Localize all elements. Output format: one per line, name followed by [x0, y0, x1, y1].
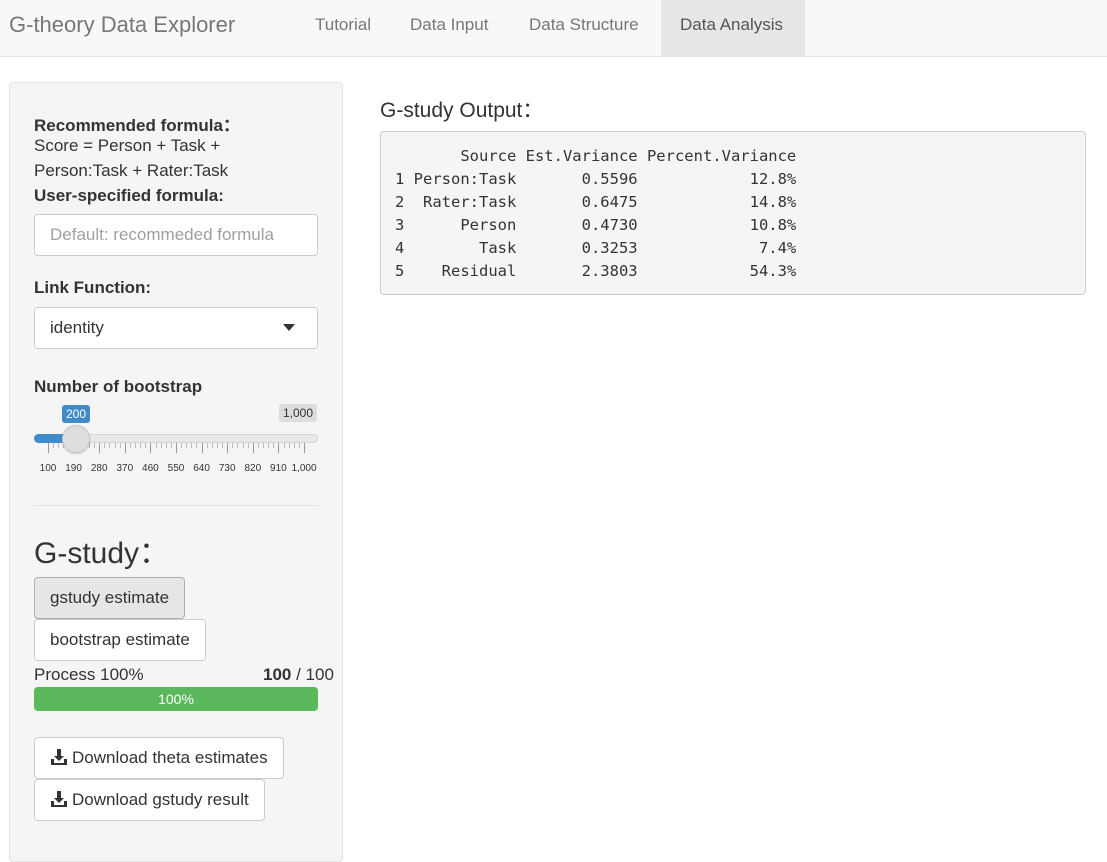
slider-major-tick [99, 443, 101, 453]
slider-minor-tick [140, 443, 142, 448]
bootstrap-estimate-button[interactable]: bootstrap estimate [34, 619, 206, 661]
process-counter: 100 / 100 [263, 665, 334, 685]
gstudy-estimate-button[interactable]: gstudy estimate [34, 577, 186, 619]
recommended-formula-line2: Person:Task + Rater:Task [34, 161, 229, 180]
slider-major-tick [227, 443, 229, 453]
slider-minor-tick [206, 443, 208, 448]
slider-major-tick [304, 443, 305, 453]
slider-tick-label: 190 [65, 463, 82, 474]
slider-tick-label: 820 [244, 463, 262, 474]
progress-fill: 100% [34, 687, 318, 711]
gstudy-output-table: Source Est.Variance Percent.Variance 1 P… [380, 131, 1086, 295]
download-gstudy-button[interactable]: Download gstudy result [34, 779, 265, 821]
slider-minor-tick [196, 443, 198, 448]
link-function-label: Link Function: [34, 278, 152, 297]
output-row: 5 Residual 2.3803 54.3% [395, 262, 797, 280]
slider-minor-tick [94, 443, 96, 448]
recommended-formula-label: Recommended formula： [34, 116, 240, 135]
chevron-down-icon [283, 324, 295, 331]
slider-tick-label: 1,000 [291, 463, 317, 474]
sidebar-panel: Recommended formula： Score = Person + Ta… [9, 82, 343, 862]
slider-minor-tick [237, 443, 239, 448]
download-theta-label: Download theta estimates [72, 748, 268, 767]
slider-major-tick [124, 443, 126, 453]
download-gstudy-label: Download gstudy result [72, 790, 249, 809]
slider-minor-tick [104, 443, 106, 448]
slider-minor-tick [191, 443, 193, 448]
app-title: G-theory Data Explorer [9, 12, 236, 37]
slider-tick-label: 370 [116, 463, 134, 474]
link-function-value: identity [50, 318, 104, 337]
slider-minor-tick [119, 443, 121, 448]
slider-major-tick [176, 443, 177, 453]
slider-minor-tick [242, 443, 244, 448]
slider-major-tick [252, 443, 254, 453]
slider-minor-tick [288, 443, 290, 448]
gstudy-heading: G-study： [34, 537, 170, 570]
slider-minor-tick [273, 443, 275, 448]
slider-minor-tick [257, 443, 259, 448]
tab-tutorial[interactable]: Tutorial [297, 0, 389, 56]
slider-minor-tick [247, 443, 249, 448]
process-label: Process 100% [34, 665, 144, 684]
slider-minor-tick [263, 443, 265, 448]
output-row: 1 Person:Task 0.5596 12.8% [395, 170, 797, 188]
slider-major-tick [48, 443, 49, 453]
link-function-select[interactable]: identity [34, 307, 318, 349]
bootstrap-label: Number of bootstrap [34, 377, 203, 396]
slider-minor-tick [222, 443, 224, 448]
download-icon [51, 749, 67, 765]
output-row: 4 Task 0.3253 7.4% [395, 239, 797, 257]
user-formula-input[interactable] [34, 214, 318, 256]
tab-data-input[interactable]: Data Input [392, 0, 506, 56]
download-icon [51, 791, 67, 807]
slider-tick-label: 550 [167, 463, 185, 474]
process-count: 100 [263, 665, 292, 684]
slider-minor-tick [155, 443, 157, 448]
tab-data-structure[interactable]: Data Structure [511, 0, 657, 56]
slider-tick-label: 640 [193, 463, 210, 474]
slider-minor-tick [211, 443, 213, 448]
slider-max-bubble: 1,000 [279, 404, 318, 422]
output-row: 2 Rater:Task 0.6475 14.8% [395, 193, 797, 211]
slider-value-bubble: 200 [62, 405, 91, 423]
slider-minor-tick [186, 443, 188, 448]
slider-minor-tick [268, 443, 270, 448]
slider-minor-tick [160, 443, 162, 448]
slider-major-tick [150, 443, 152, 453]
slider-minor-tick [181, 443, 183, 448]
slider-major-tick [201, 443, 203, 453]
slider-minor-tick [135, 443, 137, 448]
process-total: / 100 [296, 665, 334, 684]
slider-tick-label: 730 [218, 463, 236, 474]
slider-minor-tick [53, 443, 55, 448]
slider-tick-label: 910 [270, 463, 287, 474]
slider-minor-tick [293, 443, 295, 448]
slider-minor-tick [170, 443, 172, 448]
slider-minor-tick [232, 443, 234, 448]
output-header: Source Est.Variance Percent.Variance [395, 147, 797, 165]
slider-major-tick [278, 443, 280, 453]
slider-tick-label: 280 [90, 463, 108, 474]
slider-minor-tick [145, 443, 147, 448]
slider-minor-tick [109, 443, 111, 448]
divider [34, 505, 318, 506]
slider-tick-label: 100 [39, 463, 57, 474]
navbar: G-theory Data Explorer Tutorial Data Inp… [0, 0, 1107, 57]
recommended-formula-line1: Score = Person + Task + [34, 136, 221, 155]
download-theta-button[interactable]: Download theta estimates [34, 737, 284, 779]
slider-minor-tick [58, 443, 60, 448]
slider-minor-tick [283, 443, 285, 448]
slider-minor-tick [114, 443, 116, 448]
tab-data-analysis[interactable]: Data Analysis [661, 0, 805, 56]
gstudy-output-title: G-study Output： [380, 99, 544, 122]
user-formula-label: User-specified formula: [34, 186, 224, 205]
output-row: 3 Person 0.4730 10.8% [395, 216, 797, 234]
progress-bar: 100% [34, 687, 318, 711]
slider-minor-tick [165, 443, 167, 448]
slider-minor-tick [298, 443, 300, 448]
slider-minor-tick [129, 443, 131, 448]
slider-tick-label: 460 [142, 463, 159, 474]
slider-minor-tick [216, 443, 218, 448]
